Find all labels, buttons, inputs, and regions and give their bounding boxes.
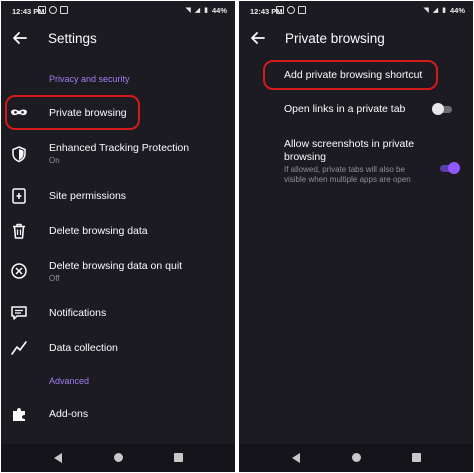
private-browsing-screen: 12:43 PM ◥ ◢ ▮ 44% Private browsing Add …: [239, 1, 473, 472]
signal-icon: ◢: [194, 6, 201, 14]
notification-icon: [38, 6, 46, 14]
settings-item-label: Enhanced Tracking Protection: [49, 142, 190, 154]
settings-item-notifications[interactable]: Notifications: [1, 300, 235, 328]
app-bar: Private browsing: [239, 23, 473, 55]
settings-item-label: Delete browsing data on quit: [49, 260, 183, 272]
trash-icon: [13, 223, 25, 239]
battery-icon: ▮: [204, 6, 208, 14]
settings-item-sublabel: Off: [49, 274, 60, 283]
site-permissions-icon: [12, 188, 26, 204]
settings-item-add-ons[interactable]: Add-ons: [1, 401, 235, 429]
settings-item-label: Notifications: [49, 307, 107, 319]
highlight-annotation: [5, 95, 140, 130]
back-arrow-icon[interactable]: [9, 27, 31, 49]
signal-icon: ◢: [432, 6, 439, 14]
puzzle-icon: [13, 408, 25, 421]
settings-item-label: Site permissions: [49, 190, 127, 202]
battery-icon: ▮: [442, 6, 446, 14]
nav-recents-icon[interactable]: [412, 453, 421, 462]
settings-item-delete-browsing-data[interactable]: Delete browsing data: [1, 217, 235, 245]
message-icon: [11, 306, 27, 320]
notification-icon: [60, 6, 68, 14]
settings-item-label: Delete browsing data: [49, 225, 148, 237]
app-bar: Settings: [1, 23, 235, 55]
back-arrow-icon[interactable]: [247, 27, 269, 49]
nav-home-icon[interactable]: [352, 453, 361, 462]
settings-item-site-permissions[interactable]: Site permissions: [1, 182, 235, 210]
system-nav-bar: [1, 444, 235, 472]
open-links-private-item[interactable]: Open links in a private tab: [239, 97, 473, 123]
toggle-thumb: [432, 103, 444, 115]
battery-level: 44%: [211, 6, 227, 15]
wifi-icon: ◥: [423, 6, 429, 14]
highlight-annotation: [263, 60, 438, 90]
nav-back-icon[interactable]: [292, 453, 300, 463]
settings-item-label: Data collection: [49, 342, 118, 354]
settings-item-tracking-protection[interactable]: Enhanced Tracking Protection On: [1, 139, 235, 171]
page-title: Private browsing: [285, 31, 385, 46]
settings-item-label: Add-ons: [49, 408, 89, 420]
chart-line-icon: [11, 341, 27, 355]
settings-screen: 12:43 PM ◥ ◢ ▮ 44% Settings Privacy and …: [1, 1, 235, 472]
battery-level: 44%: [449, 6, 465, 15]
notification-icons: [38, 6, 68, 14]
notification-icon: [287, 6, 295, 14]
settings-item-delete-data-on-quit[interactable]: Delete browsing data on quit Off: [1, 256, 235, 288]
notification-icon: [49, 6, 57, 14]
open-links-private-toggle[interactable]: [432, 102, 454, 116]
nav-home-icon[interactable]: [114, 453, 123, 462]
nav-recents-icon[interactable]: [174, 453, 183, 462]
system-icons: ◥ ◢ ▮ 44%: [185, 6, 227, 15]
toggle-thumb: [448, 162, 460, 174]
status-bar: 12:43 PM ◥ ◢ ▮ 44%: [1, 1, 235, 21]
notification-icon: [298, 6, 306, 14]
status-bar: 12:43 PM ◥ ◢ ▮ 44%: [239, 1, 473, 21]
allow-screenshots-label: Allow screenshots in private browsing: [284, 138, 415, 163]
section-header-advanced: Advanced: [49, 376, 90, 386]
section-header-privacy: Privacy and security: [49, 74, 130, 84]
allow-screenshots-description: If allowed, private tabs will also be vi…: [284, 165, 411, 184]
notification-icons: [276, 6, 306, 14]
system-nav-bar: [239, 444, 473, 472]
system-icons: ◥ ◢ ▮ 44%: [423, 6, 465, 15]
shield-icon: [12, 146, 26, 163]
page-title: Settings: [48, 31, 97, 46]
notification-icon: [276, 6, 284, 14]
nav-back-icon[interactable]: [54, 453, 62, 463]
open-links-private-label: Open links in a private tab: [284, 103, 406, 115]
wifi-icon: ◥: [185, 6, 191, 14]
allow-screenshots-item[interactable]: Allow screenshots in private browsing If…: [239, 134, 473, 200]
circle-x-icon: [11, 263, 27, 279]
allow-screenshots-toggle[interactable]: [438, 161, 460, 175]
settings-item-sublabel: On: [49, 156, 60, 165]
settings-item-data-collection[interactable]: Data collection: [1, 335, 235, 363]
